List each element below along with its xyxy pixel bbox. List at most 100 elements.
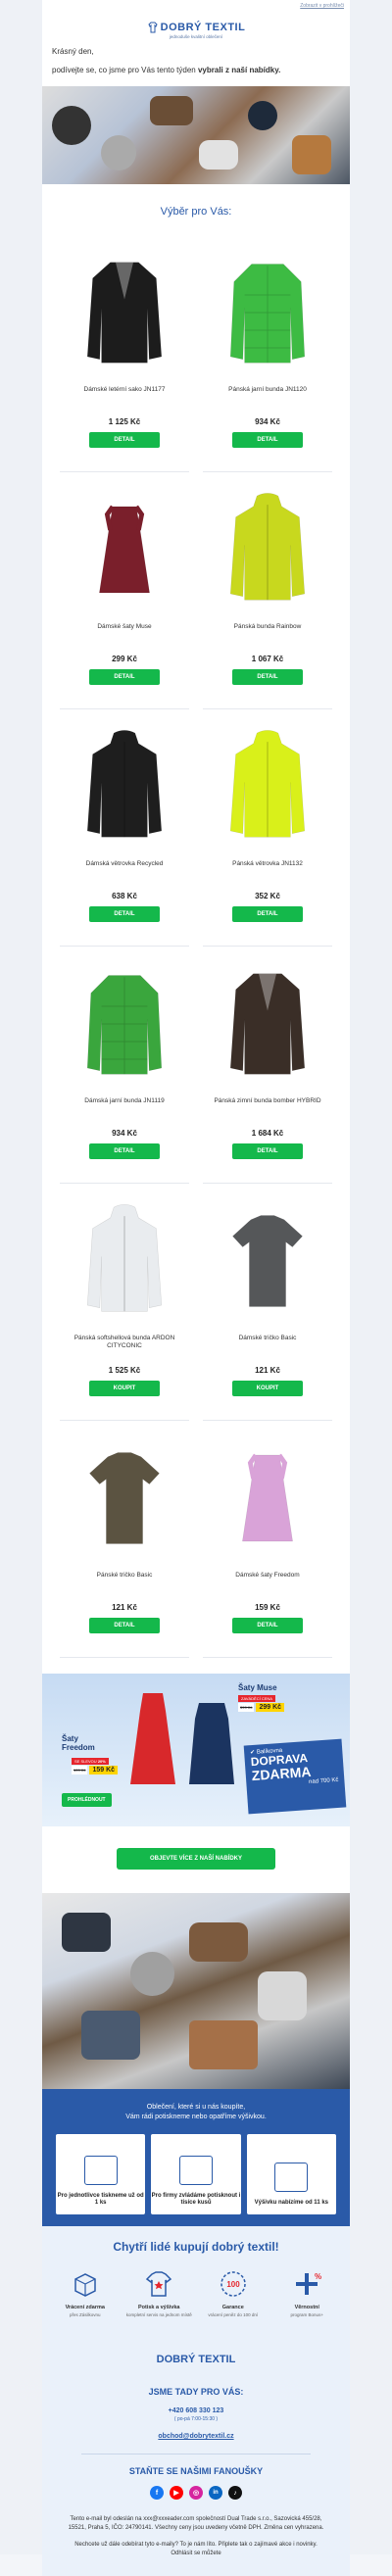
legal-line1: Tento e-mail byl odeslán na xxx@xxxeader… — [68, 2516, 324, 2531]
shirts-stack-icon — [178, 2156, 213, 2185]
product-image[interactable] — [75, 960, 173, 1088]
product-button[interactable]: DETAIL — [232, 669, 303, 685]
product-button[interactable]: DETAIL — [89, 906, 160, 922]
product-image[interactable] — [219, 486, 317, 613]
email-link[interactable]: obchod@dobrytextil.cz — [52, 2432, 340, 2442]
product-price: 1 684 Kč — [251, 1129, 284, 1138]
youtube-icon[interactable]: ▶ — [170, 2486, 183, 2500]
discover-more-button[interactable]: OBJEVTE VÍCE Z NAŠÍ NABÍDKY — [117, 1848, 275, 1870]
product-image[interactable] — [75, 486, 173, 613]
banner-left-pct: 20% — [97, 1759, 106, 1764]
print-step[interactable]: Pro jednotlivce tiskneme už od 1 ks — [56, 2134, 146, 2214]
product-card[interactable]: Pánská bunda Rainbow 1 067 Kč DETAIL — [203, 472, 332, 709]
product-card[interactable]: Dámské letérní sako JN1177 1 125 Kč DETA… — [60, 235, 189, 472]
product-button[interactable]: DETAIL — [89, 1618, 160, 1633]
product-card[interactable]: Dámská jarní bunda JN1119 934 Kč DETAIL — [60, 947, 189, 1184]
footer: DOBRÝ TEXTIL JSME TADY PRO VÁS: +420 608… — [42, 2334, 350, 2576]
product-name[interactable]: Dámské letérní sako JN1177 — [82, 386, 168, 412]
product-price: 1 125 Kč — [108, 417, 141, 426]
shirt-logo-icon — [148, 22, 158, 33]
hero-image-clothes — [42, 86, 350, 184]
product-image[interactable] — [219, 723, 317, 851]
product-card[interactable]: Pánská větrovka JN1132 352 Kč DETAIL — [203, 709, 332, 947]
product-image[interactable] — [219, 249, 317, 376]
product-card[interactable]: Pánská jarní bunda JN1120 934 Kč DETAIL — [203, 235, 332, 472]
feature-loyalty: % Věrnostní program Bonus+ — [270, 2267, 345, 2318]
feature-sub: přes Zásilkovnu — [69, 2312, 101, 2317]
print-service-section: Oblečení, které si u nás koupíte, Vám rá… — [42, 2089, 350, 2226]
product-button[interactable]: DETAIL — [232, 1143, 303, 1159]
product-card[interactable]: Pánská softshellová bunda ARDON CITYCONI… — [60, 1184, 189, 1421]
print-steps: Pro jednotlivce tiskneme už od 1 ks Pro … — [56, 2134, 336, 2214]
product-button[interactable]: KOUPIT — [89, 1381, 160, 1396]
feature-return: Vrácení zdarma přes Zásilkovnu — [48, 2267, 122, 2318]
product-button[interactable]: KOUPIT — [232, 1381, 303, 1396]
product-image[interactable] — [75, 723, 173, 851]
product-image[interactable] — [219, 960, 317, 1088]
product-button[interactable]: DETAIL — [89, 432, 160, 448]
feature-label: Potisk a výšivka — [137, 2305, 180, 2310]
facebook-icon[interactable]: f — [150, 2486, 164, 2500]
product-button[interactable]: DETAIL — [89, 1143, 160, 1159]
banner-cta-button[interactable]: PROHLÉDNOUT — [62, 1793, 112, 1807]
linkedin-icon[interactable]: in — [209, 2486, 222, 2500]
product-name[interactable]: Dámská větrovka Recycled — [84, 860, 166, 886]
banner-left-prices: 199 Kč 159 Kč — [72, 1766, 119, 1774]
product-name[interactable]: Pánská zimní bunda bomber HYBRID — [212, 1097, 322, 1123]
print-text2: Vám rádi potiskneme nebo opatříme výšivk… — [125, 2114, 267, 2120]
product-image[interactable] — [75, 249, 173, 376]
banner-right-new: 299 Kč — [256, 1703, 285, 1712]
product-name[interactable]: Pánská softshellová bunda ARDON CITYCONI… — [60, 1335, 189, 1360]
product-card[interactable]: Pánské tričko Basic 121 Kč DETAIL — [60, 1421, 189, 1658]
product-button[interactable]: DETAIL — [232, 1618, 303, 1633]
product-image[interactable] — [219, 1434, 317, 1562]
print-text1: Oblečení, které si u nás koupíte, — [146, 2104, 246, 2111]
product-name[interactable]: Pánská jarní bunda JN1120 — [226, 386, 309, 412]
product-card[interactable]: Dámská větrovka Recycled 638 Kč DETAIL — [60, 709, 189, 947]
product-name[interactable]: Pánská bunda Rainbow — [232, 623, 304, 649]
banner-right-title: Šaty Muse — [238, 1683, 277, 1692]
product-card[interactable]: Dámské tričko Basic 121 Kč KOUPIT — [203, 1184, 332, 1421]
product-price: 934 Kč — [112, 1129, 137, 1138]
product-button[interactable]: DETAIL — [89, 669, 160, 685]
banner-left-new: 159 Kč — [89, 1766, 119, 1774]
lifestyle-image-clothes — [42, 1893, 350, 2089]
view-in-browser-link[interactable]: Zobrazit v prohlížeči — [42, 0, 350, 12]
feature-sub: program Bonus+ — [290, 2312, 323, 2317]
product-name[interactable]: Pánské tričko Basic — [95, 1572, 155, 1597]
product-name[interactable]: Dámské šaty Freedom — [233, 1572, 301, 1597]
banner-right-prices: 399 Kč 299 Kč — [238, 1703, 285, 1712]
product-button[interactable]: DETAIL — [232, 906, 303, 922]
product-card[interactable]: Dámské šaty Freedom 159 Kč DETAIL — [203, 1421, 332, 1658]
tshirt-star-icon — [142, 2267, 175, 2301]
product-name[interactable]: Dámská jarní bunda JN1119 — [82, 1097, 166, 1123]
print-step[interactable]: Výšivku nabízíme od 11 ks — [246, 2134, 336, 2214]
product-card[interactable]: Dámské šaty Muse 299 Kč DETAIL — [60, 472, 189, 709]
footer-logo[interactable]: DOBRÝ TEXTIL — [52, 2354, 340, 2365]
print-step-label: Výšivku nabízíme od 11 ks — [254, 2200, 328, 2206]
percent-plus-icon: % — [290, 2267, 323, 2301]
greeting-bold: vybrali z naší nabídky. — [197, 66, 281, 74]
header-logo[interactable]: DOBRÝ TEXTIL jednoduše kvalitní oblečení — [42, 22, 350, 39]
product-card[interactable]: Pánská zimní bunda bomber HYBRID 1 684 K… — [203, 947, 332, 1184]
product-name[interactable]: Dámské šaty Muse — [95, 623, 153, 649]
product-price: 159 Kč — [255, 1603, 280, 1612]
print-step[interactable]: Pro firmy zvládáme potisknout i tisíce k… — [151, 2134, 241, 2214]
legal-line2: Nechcete už dále odebírat tyto e-maily? … — [74, 2542, 318, 2556]
product-image[interactable] — [75, 1434, 173, 1562]
section-title: Výběr pro Vás: — [160, 206, 232, 218]
phone-link[interactable]: +420 608 330 123 — [52, 2406, 340, 2416]
product-button[interactable]: DETAIL — [232, 432, 303, 448]
navy-dress-image — [189, 1703, 234, 1784]
red-dress-image — [130, 1693, 175, 1784]
tiktok-icon[interactable]: ♪ — [228, 2486, 242, 2500]
product-name[interactable]: Pánská větrovka JN1132 — [230, 860, 305, 886]
product-name[interactable]: Dámské tričko Basic — [237, 1335, 299, 1360]
product-image[interactable] — [219, 1197, 317, 1325]
promo-banner[interactable]: Šaty Freedom SE SLEVOU 20% 199 Kč 159 Kč… — [42, 1674, 350, 1826]
legal-text: Tento e-mail byl odeslán na xxx@xxxeader… — [52, 2515, 340, 2558]
instagram-icon[interactable]: ◎ — [189, 2486, 203, 2500]
product-grid: Dámské letérní sako JN1177 1 125 Kč DETA… — [42, 235, 350, 1658]
fans-title: STAŇTE SE NAŠIMI FANOUŠKY — [128, 2466, 264, 2476]
product-image[interactable] — [75, 1197, 173, 1325]
